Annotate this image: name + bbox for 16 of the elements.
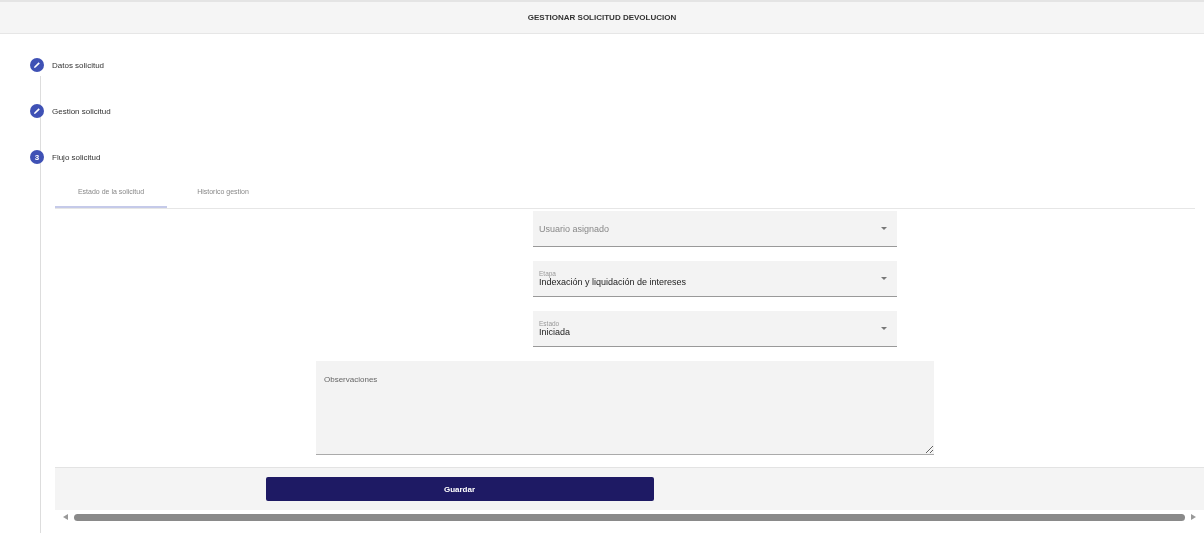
step-label[interactable]: Flujo solicitud [52,152,101,162]
select-placeholder: Usuario asignado [539,223,610,234]
scroll-left-icon[interactable] [63,514,68,520]
dropdown-caret-icon [881,277,887,280]
save-button[interactable]: Guardar [265,477,654,501]
observations-field[interactable]: Observaciones [316,361,934,455]
page-title: GESTIONAR SOLICITUD DEVOLUCION [0,0,1204,34]
step-label[interactable]: Gestion solicitud [52,106,111,116]
dropdown-caret-icon [881,327,887,330]
scrollbar-thumb[interactable] [74,513,1185,521]
select-value: Iniciada [539,327,571,337]
select-value: Indexación y liquidación de intereses [539,277,687,287]
step-label[interactable]: Datos solicitud [52,60,105,70]
step-number: 3 [30,150,44,164]
dropdown-caret-icon [881,227,887,230]
scroll-right-icon[interactable] [1191,514,1196,520]
